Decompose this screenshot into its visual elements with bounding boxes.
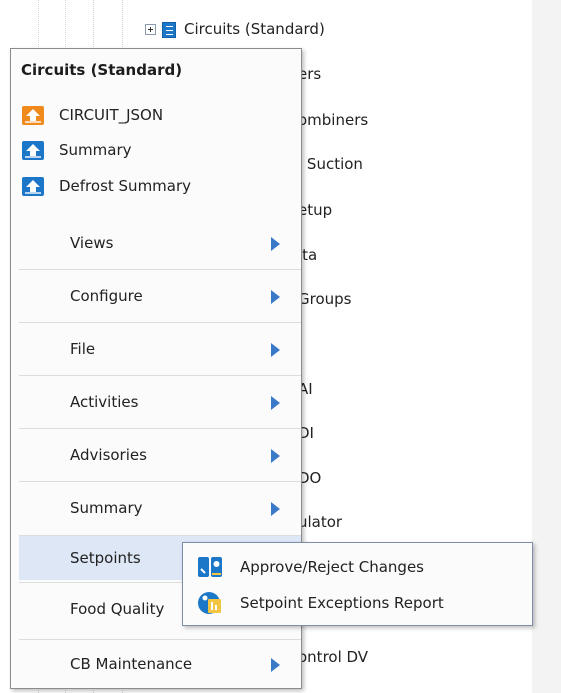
tree-node[interactable]: etup: [298, 197, 332, 223]
menu-item-file[interactable]: File: [19, 322, 301, 374]
tree-node[interactable]: ontrol DV: [298, 644, 368, 670]
tree-node[interactable]: Groups: [298, 286, 351, 312]
blue-network-icon: [22, 141, 44, 160]
menu-item-cb-maintenance[interactable]: CB Maintenance: [19, 639, 301, 688]
expand-icon[interactable]: [145, 24, 156, 35]
menu-action-circuit-json[interactable]: CIRCUIT_JSON: [11, 98, 301, 132]
approve-reject-changes-item[interactable]: Approve/Reject Changes: [183, 549, 532, 585]
setpoints-submenu: Approve/Reject Changes Setpoint Exceptio…: [182, 542, 533, 626]
chevron-right-icon: [271, 290, 280, 304]
chevron-right-icon: [271, 502, 280, 516]
chevron-right-icon: [271, 237, 280, 251]
menu-item-activities[interactable]: Activities: [19, 375, 301, 427]
chevron-right-icon: [271, 449, 280, 463]
menu-item-views[interactable]: Views: [19, 217, 301, 269]
tree-node[interactable]: l Suction: [298, 151, 363, 177]
menu-item-advisories[interactable]: Advisories: [19, 428, 301, 480]
setpoint-exceptions-report-item[interactable]: Setpoint Exceptions Report: [183, 585, 532, 621]
menu-item-configure[interactable]: Configure: [19, 269, 301, 321]
chevron-right-icon: [271, 343, 280, 357]
menu-title: Circuits (Standard): [21, 61, 183, 79]
tree-node-circuits[interactable]: Circuits (Standard): [145, 16, 325, 42]
approve-reject-icon: [197, 555, 223, 579]
tree-node-label: Circuits (Standard): [184, 20, 325, 38]
menu-item-summary[interactable]: Summary: [19, 481, 301, 533]
list-icon: [162, 21, 176, 38]
menu-action-summary[interactable]: Summary: [11, 133, 301, 167]
chevron-right-icon: [271, 658, 280, 672]
exceptions-report-icon: [197, 591, 223, 615]
tree-node[interactable]: ombiners: [298, 107, 368, 133]
chevron-right-icon: [271, 396, 280, 410]
blue-network-icon: [22, 177, 44, 196]
orange-network-icon: [22, 106, 44, 125]
menu-action-defrost-summary[interactable]: Defrost Summary: [11, 169, 301, 203]
tree-node[interactable]: ulator: [298, 509, 342, 535]
